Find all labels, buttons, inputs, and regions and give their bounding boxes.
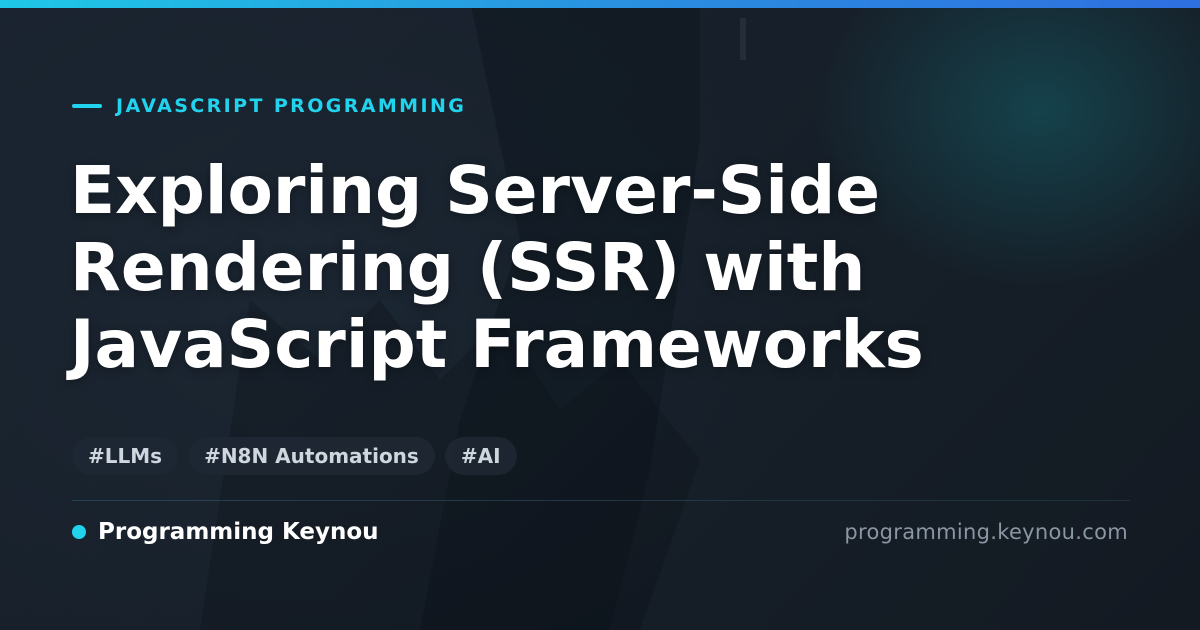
article-title: Exploring Server-Side Rendering (SSR) wi… [70, 152, 1130, 383]
category-dash-icon [72, 104, 102, 108]
footer-divider [72, 500, 1130, 501]
top-accent-bar [0, 0, 1200, 8]
tag-llms: #LLMs [72, 437, 179, 475]
title-line-1: Exploring Server-Side [70, 152, 880, 229]
brand-name: Programming Keynou [98, 519, 379, 545]
title-line-3: JavaScript Frameworks [70, 306, 924, 383]
title-line-2: Rendering (SSR) with [70, 229, 866, 306]
category-text: JAVASCRIPT PROGRAMMING [116, 95, 467, 117]
tag-list: #LLMs #N8N Automations #AI [72, 437, 517, 475]
brand: Programming Keynou [72, 519, 379, 545]
tag-n8n-automations: #N8N Automations [188, 437, 435, 475]
tag-ai: #AI [444, 437, 517, 475]
category-label: JAVASCRIPT PROGRAMMING [72, 95, 466, 117]
site-url: programming.keynou.com [844, 520, 1128, 544]
brand-dot-icon [72, 525, 86, 539]
